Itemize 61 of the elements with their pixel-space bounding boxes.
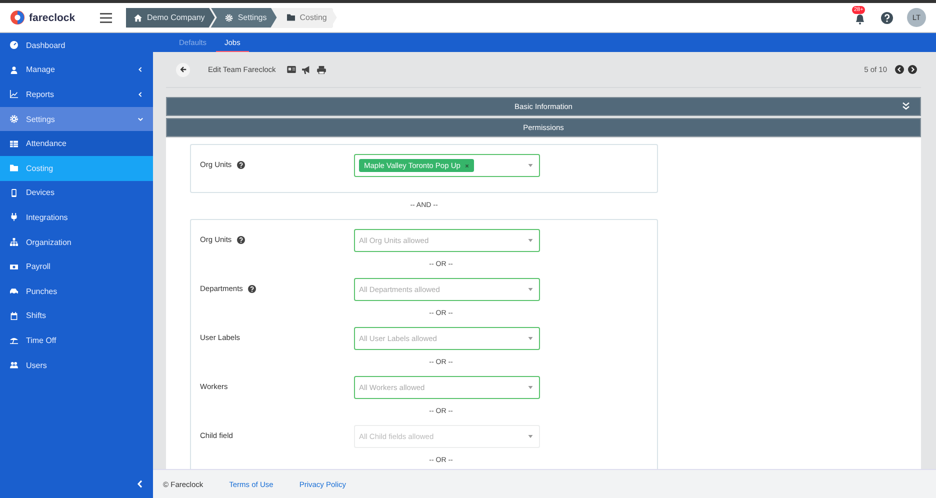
sidebar-item[interactable]: Attendance [0,131,153,156]
hierarchy-icon [10,238,18,246]
logo-icon [10,10,25,25]
remove-icon[interactable] [465,164,470,168]
calendar-icon [10,312,18,320]
car-icon [10,287,18,296]
tablet-icon [10,188,18,197]
sidebar-item[interactable]: Integrations [0,205,153,230]
caret-icon [138,92,143,97]
dropdown-caret-icon [528,435,533,438]
sidebar-item[interactable]: Dashboard [0,33,153,58]
dropdown-caret-icon [528,386,533,389]
dropdown-caret-icon [528,239,533,242]
id-card-icon[interactable] [286,66,296,73]
help-icon[interactable] [248,284,256,292]
help-icon[interactable] [236,160,245,168]
sidebar-item[interactable]: Settings [0,106,153,132]
breadcrumb[interactable]: Demo Company [126,8,215,28]
beach-icon [10,336,18,344]
caret-icon [138,67,143,72]
dropdown-caret-icon [528,337,533,340]
users-icon [10,361,18,370]
banknote-icon [10,262,18,271]
sidebar-item[interactable]: Users [0,352,153,378]
help-icon[interactable] [236,236,245,244]
gear-icon [224,14,233,22]
back-button[interactable] [176,62,190,76]
sidebar-item[interactable]: Punches [0,278,153,304]
sidebar-item[interactable]: Organization [0,230,153,254]
sidebar-item[interactable]: Reports [0,82,153,107]
chevron-left-icon [137,480,143,488]
menu-icon[interactable] [100,12,112,22]
megaphone-icon[interactable] [302,66,311,74]
folder-icon [286,14,295,21]
sidebar-item[interactable]: Payroll [0,254,153,279]
bell-icon[interactable] [854,12,866,24]
folder-icon [10,164,18,172]
previous-button[interactable] [895,65,904,74]
chevron-right-icon [910,67,915,72]
help-icon[interactable] [881,12,893,24]
double-chevron-icon [902,102,910,110]
table-icon [10,140,18,148]
sidebar-item[interactable]: Devices [0,180,153,206]
caret-icon [138,116,143,122]
sidebar-item[interactable]: Time Off [0,328,153,353]
chevron-left-icon [897,67,902,72]
sidebar-item[interactable]: Manage [0,58,153,82]
arrow-left-icon [180,66,186,73]
home-icon [134,14,142,22]
dropdown-caret-icon [528,288,533,291]
gauge-icon [10,41,18,50]
print-icon[interactable] [316,66,326,74]
breadcrumb[interactable]: Settings [210,8,277,28]
sidebar-item[interactable]: Shifts [0,304,153,328]
next-button[interactable] [908,65,917,74]
plug-icon [10,213,18,222]
line-chart-icon [10,90,18,98]
logo-text: fareclock [29,12,76,24]
gear-icon [10,115,18,124]
dropdown-caret-icon [528,164,533,167]
person-icon [10,66,18,74]
